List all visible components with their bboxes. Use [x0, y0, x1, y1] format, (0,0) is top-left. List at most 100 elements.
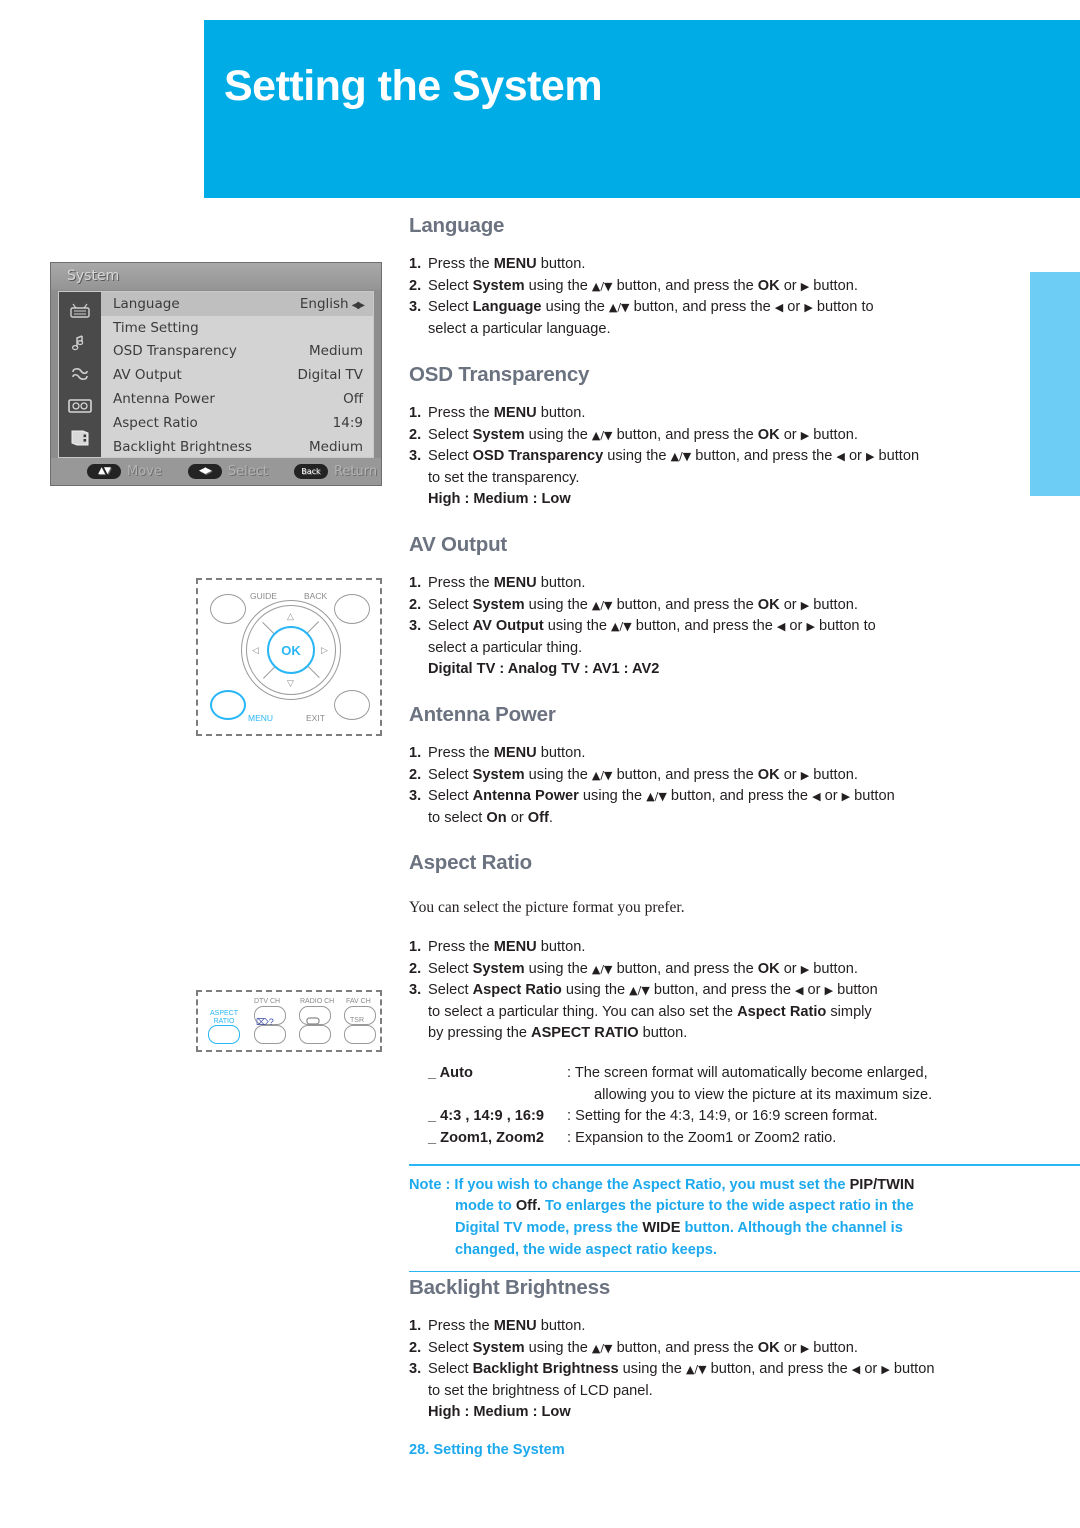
- aspect-ratio-button-label: ASPECT RATIO: [209, 1010, 238, 1025]
- step-number: 1.: [409, 256, 422, 272]
- step-number: 1.: [409, 405, 422, 421]
- osd-hint-move: ▲▼ Move: [87, 464, 162, 479]
- music-note-icon: [65, 332, 95, 354]
- step-item: 3. Select AV Output using the ▲/▼ button,…: [409, 616, 1069, 659]
- osd-row-aspect-ratio[interactable]: Aspect Ratio 14:9: [101, 411, 373, 435]
- osd-hint-return: Back Return: [293, 464, 377, 479]
- options-line: High : Medium : Low: [428, 491, 571, 508]
- step-number: 2.: [409, 1339, 422, 1356]
- section-antenna-power: Antenna Power 1. Press the MENU button. 2…: [409, 703, 1069, 829]
- step-item: 2. Select System using the ▲/▼ button, an…: [409, 959, 1080, 981]
- step-text: Select Language using the ▲/▼ button, an…: [428, 299, 874, 337]
- step-item: 1. Press the MENU button.: [409, 937, 1080, 959]
- step-text: Press the MENU button.: [428, 256, 586, 272]
- menu-button[interactable]: [210, 690, 246, 720]
- osd-row-value: Medium: [309, 343, 363, 360]
- tv-icon: [65, 300, 95, 322]
- arrow-left-icon[interactable]: ◁: [252, 646, 259, 655]
- step-item: 1. Press the MENU button.: [409, 254, 1069, 276]
- section-av-output: AV Output 1. Press the MENU button. 2. Sel…: [409, 533, 1069, 681]
- step-number: 3.: [409, 618, 422, 635]
- definition-term: _ 4:3 , 14:9 , 16:9: [428, 1108, 545, 1125]
- mute-button[interactable]: [254, 1025, 286, 1044]
- definition-continuation: allowing you to view the picture at its …: [594, 1086, 933, 1103]
- osd-row-osd-transparency[interactable]: OSD Transparency Medium: [101, 340, 373, 364]
- step-text: Press the MENU button.: [428, 939, 586, 955]
- osd-hint-select: ◀▶ Select: [187, 464, 268, 479]
- osd-row-label: Aspect Ratio: [113, 414, 198, 431]
- step-number: 1.: [409, 1318, 422, 1334]
- left-right-arrows-icon: ◀▶: [351, 299, 365, 311]
- note-bottom-rule: [409, 1270, 1080, 1273]
- section-aspect-ratio: Aspect Ratio You can select the picture …: [409, 851, 1080, 1149]
- exit-button[interactable]: [334, 690, 370, 720]
- step-item: 2. Select System using the ▲/▼ button, an…: [409, 595, 1069, 617]
- definition-desc: : Setting for the 4:3, 14:9, or 16:9 scr…: [567, 1108, 878, 1125]
- osd-title: System: [67, 268, 120, 284]
- step-item: 2. Select System using the ▲/▼ button, an…: [409, 1338, 1080, 1360]
- osd-row-antenna-power[interactable]: Antenna Power Off: [101, 387, 373, 411]
- tsr-label: TSR: [350, 1017, 364, 1024]
- step-text: Select System using the ▲/▼ button, and …: [428, 277, 858, 294]
- note-line: changed, the wide aspect ratio keeps.: [455, 1241, 717, 1258]
- options-line: High : Medium : Low: [428, 1404, 571, 1421]
- aspect-ratio-button[interactable]: [208, 1025, 240, 1044]
- step-number: 1.: [409, 745, 422, 761]
- osd-row-label: OSD Transparency: [113, 343, 237, 360]
- steps-list: 1. Press the MENU button. 2. Select System…: [409, 937, 1080, 1045]
- osd-row-label: AV Output: [113, 367, 182, 384]
- step-text: Press the MENU button.: [428, 1318, 586, 1334]
- step-text: Select System using the ▲/▼ button, and …: [428, 596, 858, 613]
- dtv-ch-label: DTV CH: [254, 998, 281, 1005]
- up-down-pill-icon: ▲▼: [87, 464, 121, 479]
- tsr-button[interactable]: [344, 1025, 376, 1044]
- step-item: 3. Select OSD Transparency using the ▲/▼ …: [409, 446, 1069, 489]
- step-text: Select System using the ▲/▼ button, and …: [428, 960, 858, 977]
- step-number: 2.: [409, 426, 422, 443]
- osd-hint-label: Move: [127, 464, 162, 479]
- osd-row-backlight-brightness[interactable]: Backlight Brightness Medium: [101, 435, 373, 459]
- left-right-pill-icon: ◀▶: [187, 464, 222, 479]
- step-number: 2.: [409, 960, 422, 977]
- menu-button-label: MENU: [248, 713, 274, 723]
- osd-row-value: English ◀▶: [299, 295, 365, 312]
- step-text: Press the MENU button.: [428, 575, 586, 591]
- definition-desc: : Expansion to the Zoom1 or Zoom2 ratio.: [567, 1129, 837, 1146]
- osd-row-label: Time Setting: [113, 319, 199, 336]
- step-item: 1. Press the MENU button.: [409, 1316, 1080, 1338]
- aspect-ratio-intro: You can select the picture format you pr…: [409, 899, 685, 916]
- step-item: 2. Select System using the ▲/▼ button, an…: [409, 425, 1069, 447]
- subtitle-button[interactable]: [299, 1025, 331, 1044]
- step-item: 2. Select System using the ▲/▼ button, an…: [409, 765, 1069, 787]
- arrow-down-icon[interactable]: ▽: [287, 679, 294, 688]
- osd-row-value: 14:9: [332, 414, 363, 431]
- step-number: 2.: [409, 596, 422, 613]
- osd-row-value: Digital TV: [297, 367, 363, 384]
- step-item: 3. Select Backlight Brightness using the …: [409, 1359, 1080, 1402]
- osd-row-label: Language: [113, 295, 180, 312]
- osd-row-av-output[interactable]: AV Output Digital TV: [101, 363, 373, 387]
- step-text: Press the MENU button.: [428, 745, 586, 761]
- cassette-icon: [65, 395, 95, 417]
- osd-footer-hints: ▲▼ Move ◀▶ Select Back Return: [51, 458, 381, 485]
- aspect-ratio-definitions: _ Auto : The screen format will automati…: [409, 1063, 1080, 1149]
- osd-row-label: Antenna Power: [113, 391, 215, 408]
- steps-list: 1. Press the MENU button. 2. Select System…: [409, 573, 1069, 681]
- ok-button[interactable]: OK: [267, 626, 315, 674]
- definition-desc: : The screen format will automatically b…: [567, 1064, 928, 1081]
- step-text: Select Antenna Power using the ▲/▼ butto…: [428, 788, 895, 826]
- definition-term: _ Zoom1, Zoom2: [428, 1129, 544, 1146]
- arrow-up-icon[interactable]: △: [287, 612, 294, 621]
- definition-row: _ Zoom1, Zoom2 : Expansion to the Zoom1 …: [409, 1128, 1080, 1150]
- osd-row-language[interactable]: Language English ◀▶: [101, 292, 373, 316]
- dpad-control[interactable]: △ ▽ ◁ ▷ OK: [241, 600, 341, 700]
- definition-term: _ Auto: [428, 1064, 473, 1081]
- osd-row-value: Medium: [309, 438, 363, 455]
- definition-row: _ 4:3 , 14:9 , 16:9 : Setting for the 4:…: [409, 1106, 1080, 1128]
- step-number: 2.: [409, 277, 422, 294]
- step-item: 1. Press the MENU button.: [409, 743, 1069, 765]
- step-item: 1. Press the MENU button.: [409, 573, 1069, 595]
- page-footer: 28. Setting the System: [409, 1442, 565, 1458]
- arrow-right-icon[interactable]: ▷: [321, 646, 328, 655]
- osd-row-time-setting[interactable]: Time Setting: [101, 316, 373, 340]
